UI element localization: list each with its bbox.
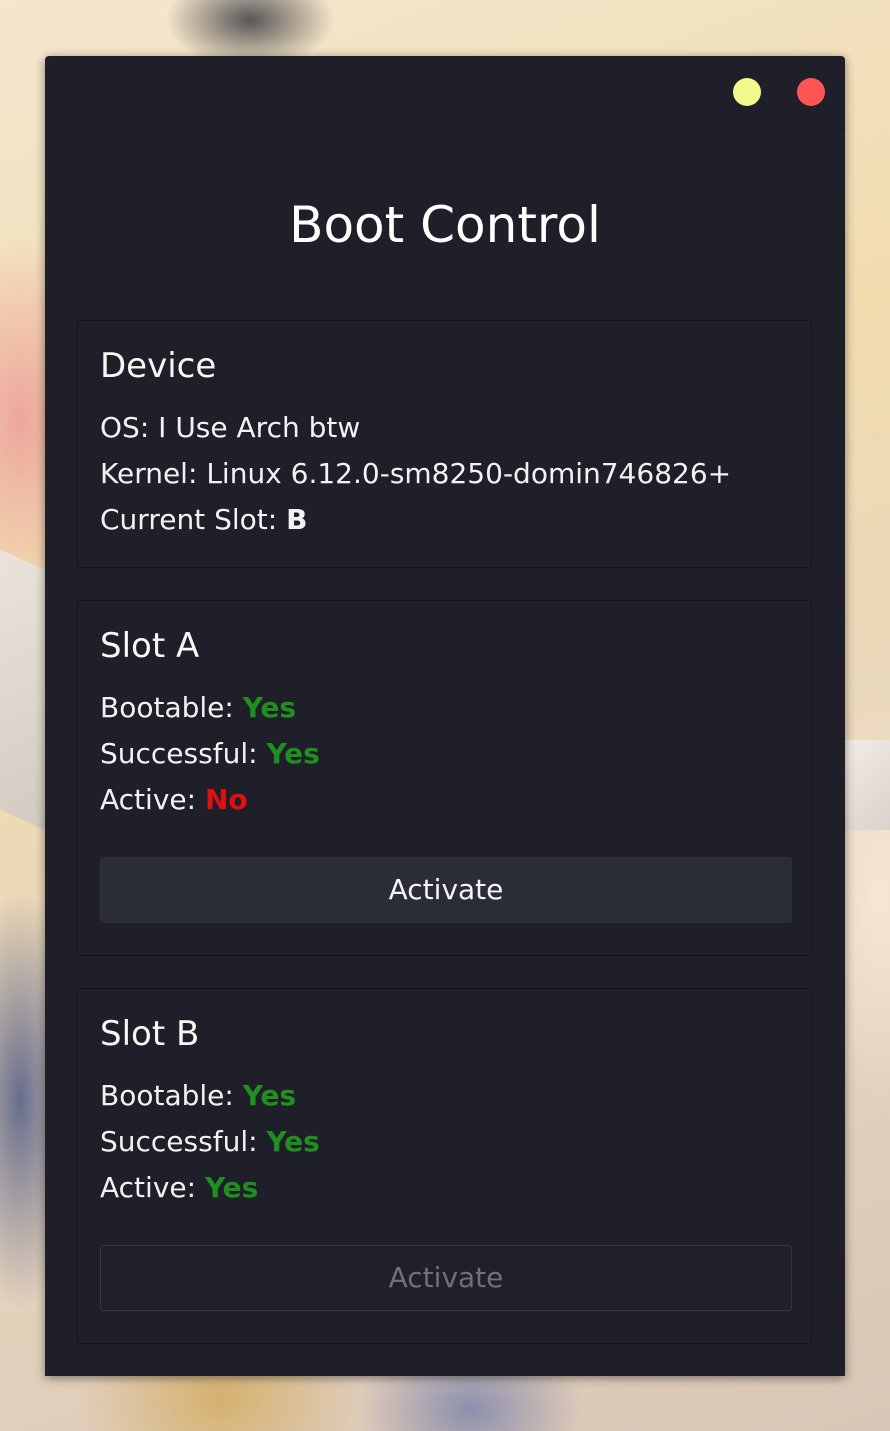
active-label: Active:: [100, 1171, 205, 1204]
kernel-row: Kernel: Linux 6.12.0-sm8250-domin746826+: [100, 451, 789, 497]
minimize-button[interactable]: [733, 78, 761, 106]
close-button[interactable]: [797, 78, 825, 106]
kernel-value: Linux 6.12.0-sm8250-domin746826+: [206, 457, 732, 490]
active-label: Active:: [100, 783, 205, 816]
slot-a-card: Slot A Bootable: Yes Successful: Yes Act…: [77, 600, 812, 956]
device-card: Device OS: I Use Arch btw Kernel: Linux …: [77, 320, 812, 568]
window-titlebar[interactable]: [45, 56, 845, 129]
current-slot-value: B: [286, 503, 308, 536]
os-label: OS:: [100, 411, 159, 444]
slot-a-activate-button[interactable]: Activate: [100, 857, 792, 923]
slot-b-bootable-value: Yes: [242, 1079, 297, 1112]
slot-b-card: Slot B Bootable: Yes Successful: Yes Act…: [77, 988, 812, 1344]
slot-a-successful-value: Yes: [266, 737, 320, 770]
bootable-label: Bootable:: [100, 1079, 243, 1112]
slot-b-activate-button[interactable]: Activate: [100, 1245, 792, 1311]
bootable-label: Bootable:: [100, 691, 243, 724]
os-row: OS: I Use Arch btw: [100, 405, 789, 451]
successful-label: Successful:: [100, 1125, 267, 1158]
device-heading: Device: [100, 346, 217, 386]
wallpaper-decoration-left: [0, 549, 46, 831]
slot-a-bootable-row: Bootable: Yes: [100, 685, 789, 731]
slot-b-active-row: Active: Yes: [100, 1165, 789, 1211]
wallpaper-decoration-right: [845, 740, 890, 830]
slot-b-successful-value: Yes: [266, 1125, 320, 1158]
slot-b-active-value: Yes: [204, 1171, 259, 1204]
slot-b-heading: Slot B: [100, 1014, 200, 1054]
current-slot-row: Current Slot: B: [100, 497, 789, 543]
slot-a-successful-row: Successful: Yes: [100, 731, 789, 777]
slot-b-successful-row: Successful: Yes: [100, 1119, 789, 1165]
kernel-label: Kernel:: [100, 457, 207, 490]
app-title: Boot Control: [289, 196, 601, 254]
slot-a-active-value: No: [204, 783, 248, 816]
slot-b-bootable-row: Bootable: Yes: [100, 1073, 789, 1119]
slot-a-active-row: Active: No: [100, 777, 789, 823]
current-slot-label: Current Slot:: [100, 503, 287, 536]
boot-control-window: Boot Control Device OS: I Use Arch btw K…: [45, 56, 845, 1376]
os-value: I Use Arch btw: [158, 411, 361, 444]
successful-label: Successful:: [100, 737, 267, 770]
slot-a-bootable-value: Yes: [242, 691, 297, 724]
slot-a-heading: Slot A: [100, 626, 200, 666]
